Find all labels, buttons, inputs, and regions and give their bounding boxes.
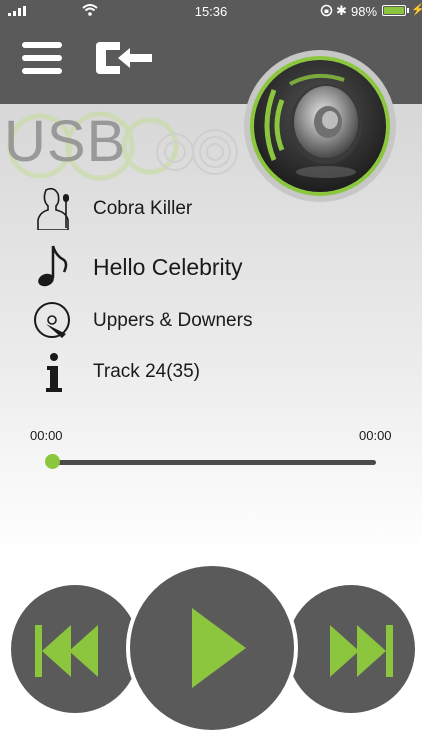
music-note-icon [38,245,68,287]
status-bar: 15:36 ✱ 98% ⚡ [0,0,422,22]
speaker-icon [250,56,390,196]
track-number-row: Track 24(35) [0,350,422,394]
artist-icon [37,187,69,230]
album-disc-icon [34,302,70,338]
hamburger-menu-icon[interactable] [22,42,62,74]
battery-tip [407,8,409,13]
total-time: 00:00 [359,428,392,443]
progress-knob[interactable] [45,454,60,469]
album-name: Uppers & Downers [93,310,253,331]
skip-next-icon [330,625,393,677]
info-icon [46,353,62,392]
charging-icon: ⚡ [411,4,422,16]
track-number: Track 24(35) [93,361,200,382]
artist-row: Cobra Killer [0,186,422,230]
source-label: USB [4,109,127,174]
skip-previous-icon [35,625,98,677]
progress-track[interactable] [52,460,376,465]
bluetooth-icon: ✱ [336,3,347,18]
speaker-badge[interactable] [244,50,396,202]
elapsed-time: 00:00 [30,428,63,443]
next-button[interactable] [284,582,418,716]
album-row: Uppers & Downers [0,298,422,342]
previous-button[interactable] [8,582,142,716]
play-icon [192,608,246,688]
battery-percent: 98% [351,4,378,19]
source-switch-icon[interactable] [94,40,154,76]
title-row: Hello Celebrity [0,244,422,288]
battery-icon [382,5,406,16]
track-title: Hello Celebrity [93,254,243,280]
rotation-lock-icon [320,4,333,17]
play-button[interactable] [126,562,298,734]
artist-name: Cobra Killer [93,198,193,219]
